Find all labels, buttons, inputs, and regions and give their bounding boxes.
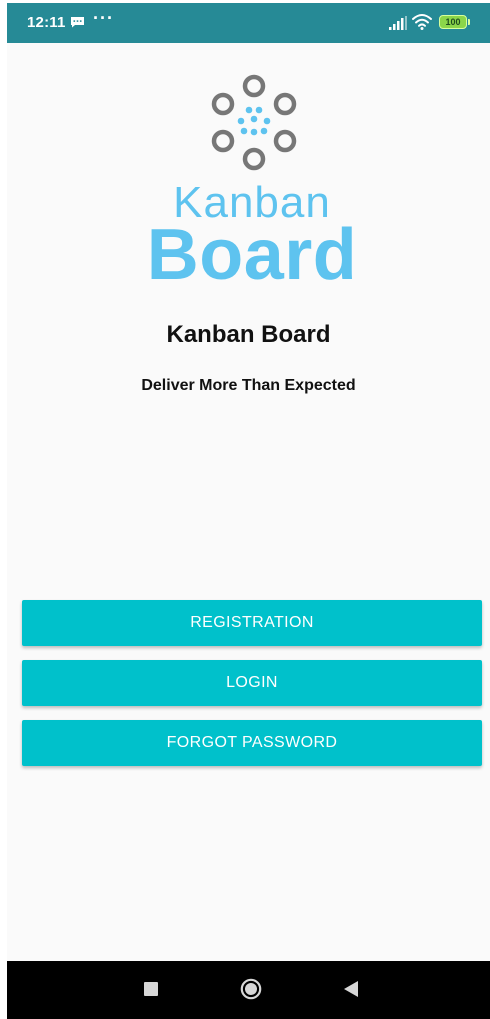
back-icon[interactable] xyxy=(343,980,359,998)
status-bar: 12:11 ··· 100 xyxy=(7,3,490,43)
recents-icon[interactable] xyxy=(144,982,158,996)
logo-wordmark-board: Board xyxy=(146,215,358,295)
wifi-icon xyxy=(412,14,432,30)
battery-icon: 100 xyxy=(439,15,470,29)
app-screen: 12:11 ··· 100 Kanban Board Kanban Board … xyxy=(7,3,490,1019)
message-icon xyxy=(71,17,84,28)
more-notifications-icon: ··· xyxy=(93,8,114,28)
signal-icon xyxy=(389,16,407,30)
login-button[interactable]: LOGIN xyxy=(22,660,482,706)
kanban-logo-icon xyxy=(211,74,297,171)
tagline: Deliver More Than Expected xyxy=(141,377,356,394)
status-time: 12:11 xyxy=(27,14,66,31)
home-icon[interactable] xyxy=(240,978,262,1000)
page-title: Kanban Board xyxy=(166,321,331,348)
battery-cap xyxy=(468,19,470,25)
registration-button[interactable]: REGISTRATION xyxy=(22,600,482,646)
forgot-password-button[interactable]: FORGOT PASSWORD xyxy=(22,720,482,766)
navigation-bar xyxy=(7,961,490,1019)
battery-level: 100 xyxy=(445,17,461,27)
